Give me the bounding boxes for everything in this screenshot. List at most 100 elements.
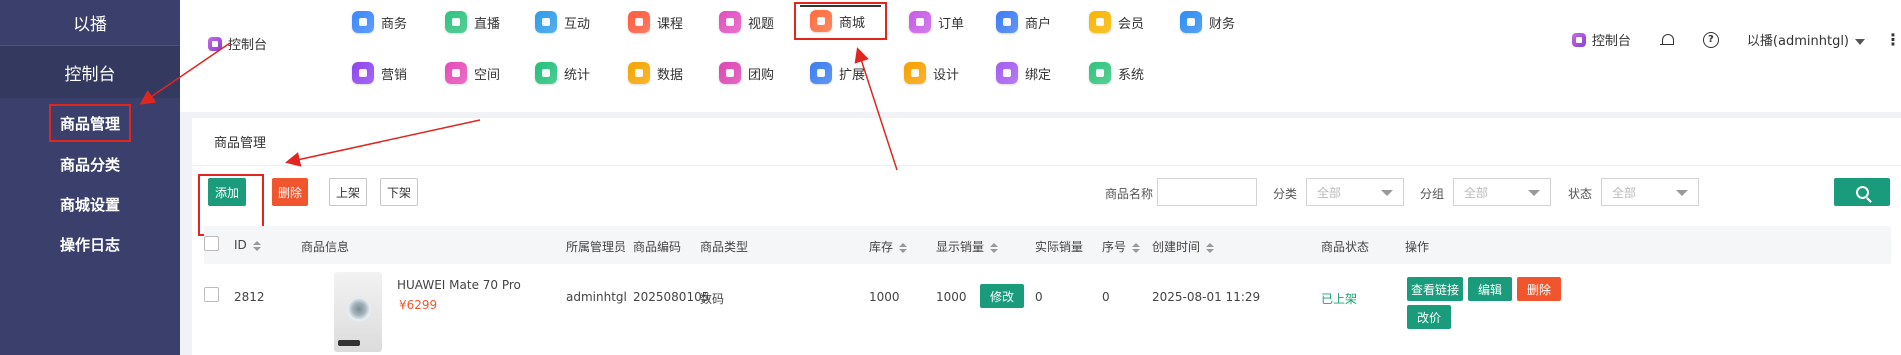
module-label: 商城: [839, 15, 866, 31]
col-stock[interactable]: 库存: [869, 238, 908, 255]
module-order[interactable]: 订单: [909, 11, 964, 33]
module-system[interactable]: 系统: [1089, 62, 1144, 84]
product-name-input[interactable]: [1157, 178, 1257, 206]
merchant-icon: [996, 11, 1018, 33]
row-code: 2025080105: [633, 290, 710, 304]
help-icon[interactable]: ?: [1702, 31, 1719, 48]
row-checkbox[interactable]: [204, 287, 219, 302]
table-row: 2812 HUAWEI Mate 70 Pro ¥6299 adminhtgl …: [204, 264, 1891, 355]
col-actual-sales: 实际销量: [1035, 240, 1084, 254]
col-seq[interactable]: 序号: [1102, 238, 1141, 255]
module-course[interactable]: 课程: [628, 11, 683, 33]
col-admin: 所属管理员: [566, 240, 627, 254]
module-label: 互动: [564, 16, 591, 32]
sidebar-item-operation-log[interactable]: 操作日志: [0, 224, 180, 264]
module-merchant[interactable]: 商户: [996, 11, 1051, 33]
user-menu[interactable]: 以播(adminhtgl): [1747, 30, 1865, 49]
module-label: 统计: [564, 67, 591, 83]
group-label: 分组: [1420, 187, 1445, 201]
sidebar-item-product-management[interactable]: 商品管理: [49, 104, 131, 142]
page-title: 商品管理: [192, 118, 1901, 166]
console-breadcrumb-label: 控制台: [228, 38, 268, 53]
module-groupbuy[interactable]: 团购: [719, 62, 774, 84]
module-marketing[interactable]: 营销: [352, 62, 407, 84]
on-shelf-button[interactable]: 上架: [329, 178, 367, 206]
module-label: 营销: [381, 67, 408, 83]
module-label: 会员: [1118, 16, 1145, 32]
more-icon[interactable]: ⋮: [1885, 30, 1901, 49]
off-shelf-button[interactable]: 下架: [380, 178, 418, 206]
module-design[interactable]: 设计: [904, 62, 959, 84]
live-icon: [445, 11, 467, 33]
row-created: 2025-08-01 11:29: [1152, 290, 1261, 304]
module-finance[interactable]: 财务: [1180, 11, 1235, 33]
business-icon: [352, 11, 374, 33]
delete-button[interactable]: 删除: [272, 178, 308, 206]
sort-icon[interactable]: [252, 240, 261, 251]
module-label: 商务: [381, 16, 408, 32]
col-id[interactable]: ID: [234, 238, 261, 252]
category-select[interactable]: 全部: [1306, 178, 1404, 206]
col-type: 商品类型: [700, 240, 749, 254]
module-mall[interactable]: 商城: [794, 2, 888, 40]
content-card: 商品管理 添加 删除 上架 下架 商品名称 分类 全部 分组 全部 状态 全部 …: [192, 118, 1901, 355]
module-label: 课程: [657, 16, 684, 32]
group-value: 全部: [1464, 185, 1489, 200]
module-label: 设计: [933, 67, 960, 83]
change-price-button[interactable]: 改价: [1407, 305, 1451, 329]
module-bind[interactable]: 绑定: [996, 62, 1051, 84]
sort-icon[interactable]: [990, 242, 999, 253]
bell-icon[interactable]: [1659, 32, 1675, 48]
add-button[interactable]: 添加: [208, 178, 246, 206]
module-business[interactable]: 商务: [352, 11, 407, 33]
user-name: 以播(adminhtgl): [1746, 34, 1849, 49]
module-label: 视题: [748, 16, 775, 32]
module-label: 数据: [657, 67, 684, 83]
product-thumbnail[interactable]: [334, 272, 382, 352]
header-console-link[interactable]: 控制台: [1571, 30, 1631, 49]
col-id-label: ID: [234, 238, 247, 252]
extend-icon: [810, 62, 832, 84]
course-icon: [628, 11, 650, 33]
edit-sales-button[interactable]: 修改: [980, 284, 1024, 308]
module-extend[interactable]: 扩展: [810, 62, 865, 84]
product-name[interactable]: HUAWEI Mate 70 Pro: [397, 278, 521, 292]
module-data[interactable]: 数据: [628, 62, 683, 84]
view-link-button[interactable]: 查看链接: [1407, 277, 1463, 301]
edit-button[interactable]: 编辑: [1468, 277, 1512, 301]
module-live[interactable]: 直播: [445, 11, 500, 33]
sidebar-item-mall-settings[interactable]: 商城设置: [0, 184, 180, 224]
sidebar-console[interactable]: 控制台: [0, 46, 180, 98]
sidebar-brand[interactable]: 以播: [0, 0, 180, 46]
group-select[interactable]: 全部: [1453, 178, 1551, 206]
col-seq-label: 序号: [1102, 240, 1127, 254]
header-right: 控制台 ? 以播(adminhtgl) ⋮: [1544, 30, 1901, 49]
table-header: ID 商品信息 所属管理员 商品编码 商品类型 库存 显示销量 实际销量 序号 …: [204, 226, 1891, 264]
module-label: 空间: [474, 67, 501, 83]
product-price: ¥6299: [399, 298, 438, 312]
status-select[interactable]: 全部: [1601, 178, 1699, 206]
console-breadcrumb[interactable]: 控制台: [208, 34, 267, 53]
sidebar-item-product-category[interactable]: 商品分类: [0, 144, 180, 184]
module-member[interactable]: 会员: [1089, 11, 1144, 33]
chevron-down-icon: [1676, 190, 1688, 196]
sort-icon[interactable]: [1206, 242, 1215, 253]
select-all-checkbox[interactable]: [204, 236, 219, 251]
module-interact[interactable]: 互动: [535, 11, 590, 33]
search-button[interactable]: [1834, 178, 1890, 206]
col-created[interactable]: 创建时间: [1152, 238, 1215, 255]
row-stock: 1000: [869, 290, 900, 304]
marketing-icon: [352, 62, 374, 84]
module-video[interactable]: 视题: [719, 11, 774, 33]
sort-icon[interactable]: [1132, 242, 1141, 253]
col-info: 商品信息: [301, 240, 350, 254]
row-delete-button[interactable]: 删除: [1517, 277, 1561, 301]
header-console-label: 控制台: [1591, 34, 1631, 49]
sort-icon[interactable]: [899, 242, 908, 253]
module-stats[interactable]: 统计: [535, 62, 590, 84]
col-shown-sales[interactable]: 显示销量: [936, 238, 999, 255]
system-icon: [1089, 62, 1111, 84]
category-label: 分类: [1273, 187, 1298, 201]
module-space[interactable]: 空间: [445, 62, 500, 84]
col-created-label: 创建时间: [1152, 240, 1201, 254]
